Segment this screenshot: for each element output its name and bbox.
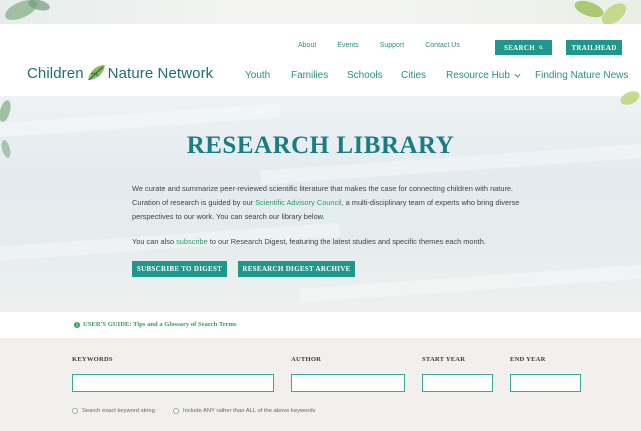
chevron-down-icon xyxy=(514,73,521,78)
hero-section: RESEARCH LIBRARY We curate and summarize… xyxy=(0,96,641,312)
top-decor-band xyxy=(0,0,641,28)
subscribe-text-b: to our Research Digest, featuring the la… xyxy=(207,237,486,246)
any-keyword-radio[interactable] xyxy=(173,408,179,414)
trailhead-button-label: TRAILHEAD xyxy=(571,43,617,52)
keywords-input[interactable] xyxy=(72,374,274,392)
users-guide-bar: USER'S GUIDE: Tips and a Glossary of Sea… xyxy=(0,312,641,338)
nav-finding-nature-news[interactable]: Finding Nature News xyxy=(535,70,628,81)
users-guide-text: USER'S GUIDE: Tips and a Glossary of Sea… xyxy=(83,321,237,328)
nav-schools[interactable]: Schools xyxy=(347,70,383,81)
nav-resource-hub[interactable]: Resource Hub xyxy=(446,70,521,81)
page-title: RESEARCH LIBRARY xyxy=(186,132,455,159)
research-search-form: KEYWORDS AUTHOR START YEAR END YEAR Sear… xyxy=(0,338,641,431)
scientific-advisory-council-link[interactable]: Scientific Advisory Council xyxy=(255,198,341,207)
start-year-input[interactable] xyxy=(422,374,493,392)
author-input[interactable] xyxy=(291,374,405,392)
nav-contact-us[interactable]: Contact Us xyxy=(425,42,460,49)
logo-text-nature-network: Nature Network xyxy=(107,64,214,82)
search-button-label: SEARCH xyxy=(504,43,535,52)
exact-keyword-option[interactable]: Search exact keyword string xyxy=(72,408,155,414)
start-year-label: START YEAR xyxy=(422,356,466,363)
nav-events[interactable]: Events xyxy=(337,42,358,49)
trailhead-button[interactable]: TRAILHEAD xyxy=(566,40,622,55)
exact-keyword-radio[interactable] xyxy=(72,408,78,414)
nav-youth[interactable]: Youth xyxy=(245,70,270,81)
search-icon xyxy=(539,45,543,50)
site-logo[interactable]: Children Nature Network xyxy=(27,62,213,84)
nav-about[interactable]: About xyxy=(298,42,316,49)
subscribe-text-a: You can also xyxy=(132,237,177,246)
site-header: Children Nature Network About Events Sup… xyxy=(0,24,641,96)
users-guide-link[interactable]: USER'S GUIDE: Tips and a Glossary of Sea… xyxy=(74,321,237,328)
any-keyword-option[interactable]: Include ANY rather than ALL of the above… xyxy=(173,408,315,414)
logo-text-children: Children xyxy=(27,64,84,82)
hero-subscribe-paragraph: You can also subscribe to our Research D… xyxy=(132,235,524,249)
search-button[interactable]: SEARCH xyxy=(495,40,552,55)
page: Children Nature Network About Events Sup… xyxy=(0,0,641,431)
end-year-input[interactable] xyxy=(510,374,581,392)
keywords-label: KEYWORDS xyxy=(72,356,113,363)
any-keyword-label: Include ANY rather than ALL of the above… xyxy=(183,408,316,414)
hero-intro-paragraph: We curate and summarize peer-reviewed sc… xyxy=(132,182,524,224)
nav-resource-hub-label: Resource Hub xyxy=(446,70,510,81)
exact-keyword-label: Search exact keyword string xyxy=(82,408,155,414)
subscribe-to-digest-button[interactable]: SUBSCRIBE TO DIGEST xyxy=(132,261,227,277)
research-digest-archive-button[interactable]: RESEARCH DIGEST ARCHIVE xyxy=(238,261,355,277)
utility-nav: About Events Support Contact Us xyxy=(298,42,481,49)
nav-support[interactable]: Support xyxy=(380,42,405,49)
author-label: AUTHOR xyxy=(291,356,322,363)
nav-families[interactable]: Families xyxy=(291,70,328,81)
nav-cities[interactable]: Cities xyxy=(401,70,426,81)
end-year-label: END YEAR xyxy=(510,356,546,363)
subscribe-link[interactable]: subscribe xyxy=(176,237,208,246)
leaf-logo-icon xyxy=(85,62,107,84)
info-icon xyxy=(74,321,80,328)
